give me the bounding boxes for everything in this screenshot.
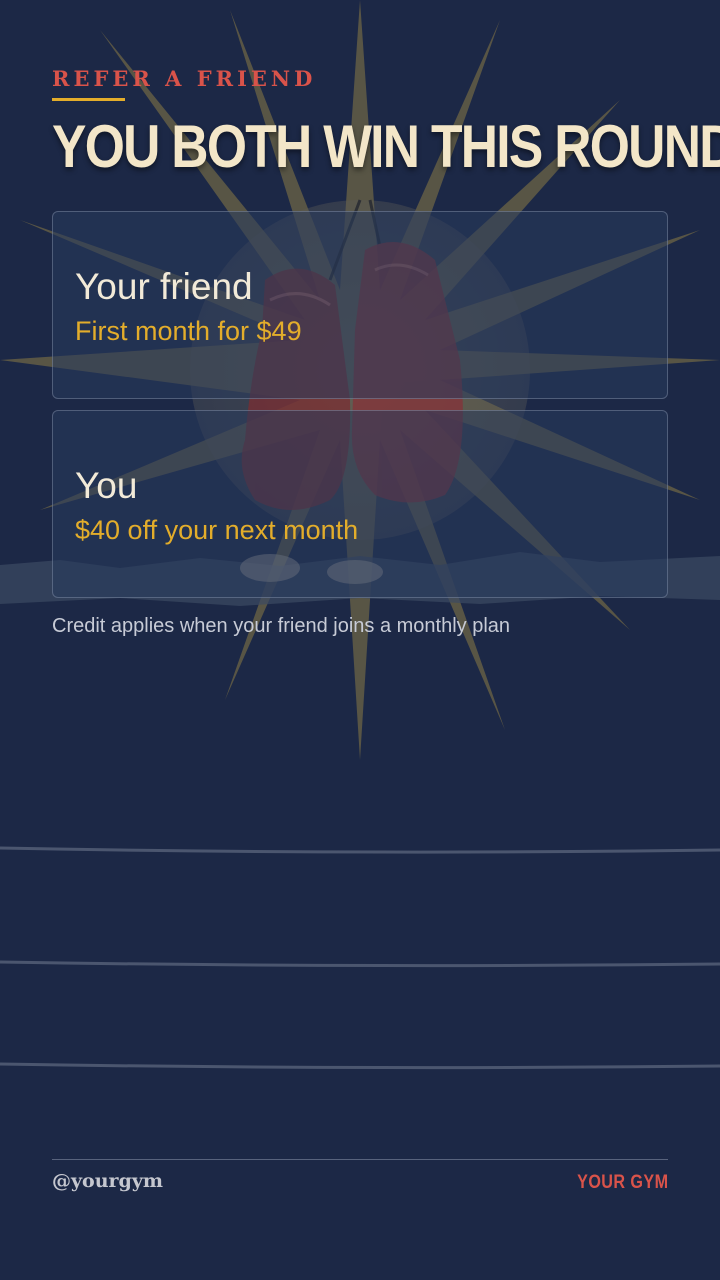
- footer-divider: [52, 1159, 668, 1160]
- reward-card-friend: Your friend First month for $49: [52, 211, 668, 399]
- card-title: You: [75, 465, 138, 506]
- referral-poster: REFER A FRIEND YOU BOTH WIN THIS ROUND Y…: [0, 0, 720, 1280]
- card-offer: $40 off your next month: [75, 515, 359, 545]
- card-title: Your friend: [75, 266, 253, 307]
- card-offer: First month for $49: [75, 316, 302, 346]
- brand-name: YOUR GYM: [576, 1172, 668, 1193]
- eyebrow-label: REFER A FRIEND: [52, 66, 317, 91]
- eyebrow-underline: [52, 98, 125, 101]
- social-handle: @yourgym: [52, 1170, 163, 1192]
- terms-note: Credit applies when your friend joins a …: [52, 615, 511, 637]
- headline: YOU BOTH WIN THIS ROUND: [52, 113, 720, 180]
- reward-card-you: You $40 off your next month: [52, 410, 668, 598]
